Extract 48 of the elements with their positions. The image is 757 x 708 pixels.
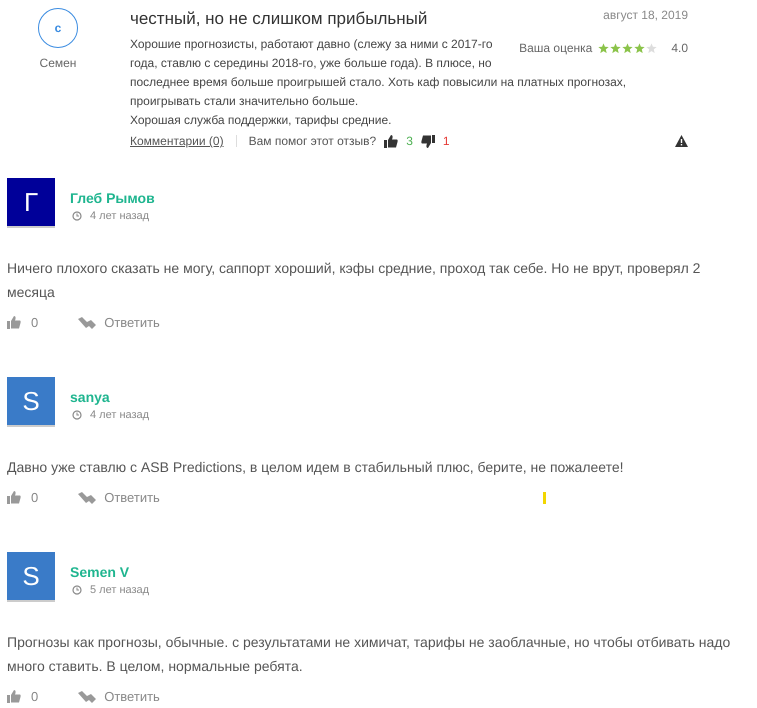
star-icon [646,43,658,54]
rating-label: Ваша оценка [519,40,592,57]
rating-value: 4.0 [671,40,688,57]
comment-time: 4 лет назад [90,210,150,222]
clock-icon [72,211,82,221]
author-name: Семен [40,56,76,70]
thumbs-up-icon[interactable] [384,134,398,148]
comments-link[interactable]: Комментарии (0) [130,134,224,148]
thumbs-down-icon[interactable] [420,134,435,148]
thumbs-up-icon[interactable] [7,316,21,329]
reply-arrow-icon [78,316,96,328]
avatar: с [38,8,78,48]
review-title: честный, но не слишком прибыльный [130,9,428,29]
avatar: S [7,552,55,602]
thumbs-up-icon[interactable] [7,491,21,504]
clock-icon [72,410,82,420]
reply-link[interactable]: Ответить [78,689,160,704]
comment-text: Давно уже ставлю с ASB Predictions, в целом идем в стабильный плюс, берите, не пожалеете! [7,458,625,477]
star-icon [598,43,610,54]
warning-icon[interactable] [675,135,688,147]
commenter-name: Глеб Рымов [70,190,155,206]
star-icon [622,43,634,54]
comment-text: Прогнозы как прогнозы, обычные. с результатами не химичат, тарифы не заоблачные, но чтобы отбивать надо много ставить. В целом, нормальные ребята. [7,633,732,676]
helpful-question: Вам помог этот отзыв? [248,134,376,148]
avatar: Г [7,178,55,228]
review-date: август 18, 2019 [603,8,688,22]
reply-link[interactable]: Ответить [78,490,160,505]
like-count: 0 [31,689,38,704]
comment-time: 4 лет назад [90,409,150,421]
like-count: 0 [31,490,38,505]
comment-text: Ничего плохого сказать не могу, саппорт хороший, кэфы средние, проход так себе. Но не врут, проверял 2 месяца [7,259,702,302]
avatar: S [7,377,55,427]
clock-icon [72,585,82,595]
review-text: Хорошая служба поддержки, тарифы средние. [130,112,393,129]
star-icon [634,43,646,54]
commenter-name: Semen V [70,564,130,580]
reply-arrow-icon [78,690,96,702]
reply-arrow-icon [78,492,96,504]
commenter-name: sanya [70,389,111,405]
star-icon [610,43,622,54]
text-cursor [543,492,546,504]
thumbs-up-icon[interactable] [7,690,21,703]
reply-link[interactable]: Ответить [78,315,160,330]
dislike-count: 1 [442,134,450,148]
like-count: 3 [406,134,413,148]
like-count: 0 [31,315,38,330]
review-text: последнее время больше проигрышей стало. Хоть каф повысили на платных прогнозах, проигрывать стали значительно больше. [130,74,628,110]
comment-time: 5 лет назад [90,584,150,596]
